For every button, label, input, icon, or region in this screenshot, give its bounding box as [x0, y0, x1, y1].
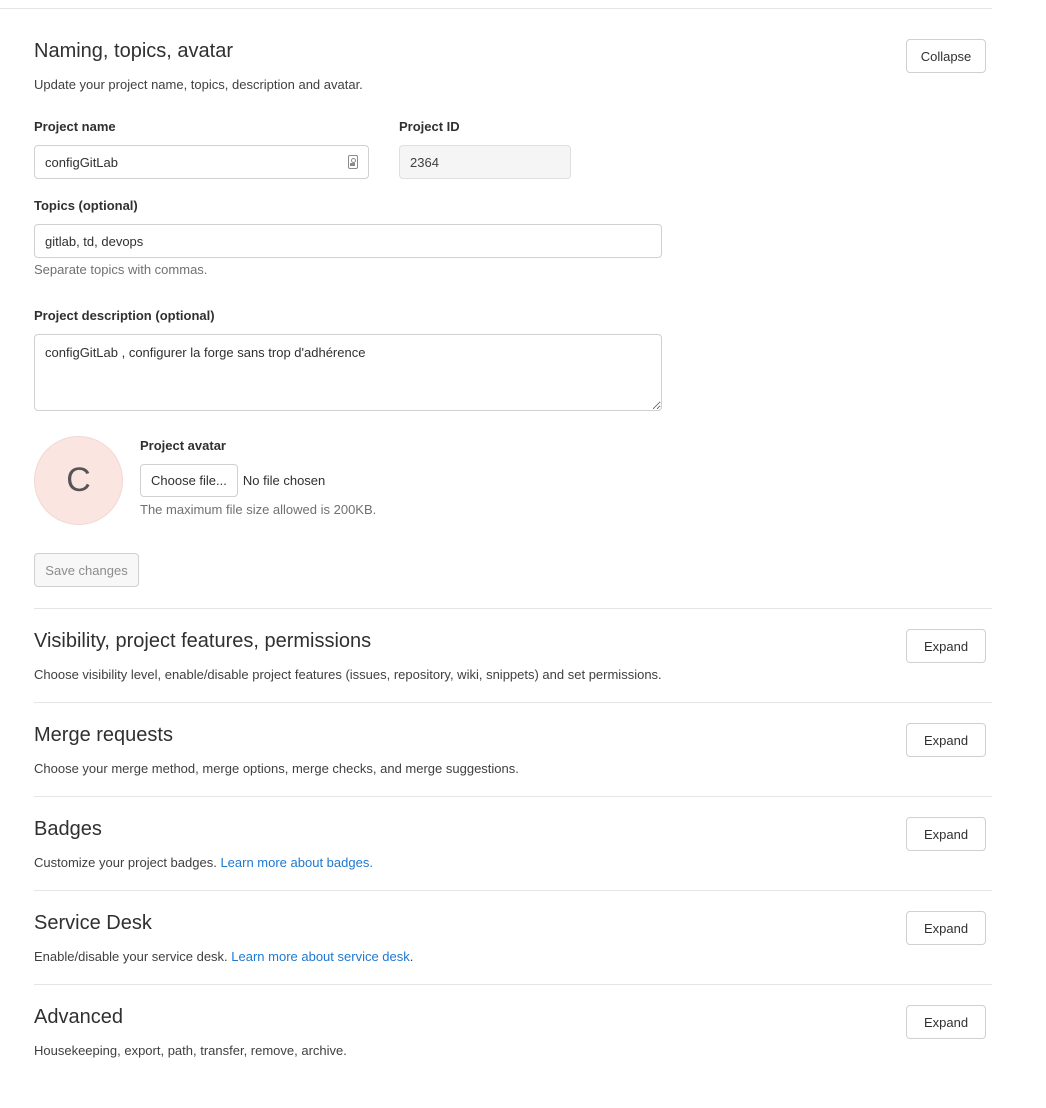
description-textarea[interactable]: configGitLab , configurer la forge sans … [34, 334, 662, 411]
project-id-label: Project ID [399, 119, 460, 134]
section-title-badges: Badges [34, 818, 102, 840]
section-divider [34, 702, 992, 703]
section-title-merge-requests: Merge requests [34, 724, 173, 746]
topics-input[interactable] [34, 224, 662, 258]
save-changes-button[interactable]: Save changes [34, 553, 139, 587]
section-divider [34, 984, 992, 985]
project-id-input[interactable] [399, 145, 571, 179]
expand-button-merge-requests[interactable]: Expand [906, 723, 986, 757]
expand-button-visibility[interactable]: Expand [906, 629, 986, 663]
service-desk-learn-more-link[interactable]: Learn more about service desk [231, 949, 409, 964]
expand-button-badges[interactable]: Expand [906, 817, 986, 851]
badges-learn-more-link[interactable]: Learn more about badges. [220, 855, 373, 870]
collapse-button[interactable]: Collapse [906, 39, 986, 73]
project-name-input[interactable] [34, 145, 369, 179]
avatar-label: Project avatar [140, 438, 226, 453]
section-divider [34, 890, 992, 891]
section-divider [34, 796, 992, 797]
naming-section-title: Naming, topics, avatar [34, 40, 233, 62]
file-status-text: No file chosen [242, 473, 326, 488]
expand-button-service-desk[interactable]: Expand [906, 911, 986, 945]
section-title-visibility: Visibility, project features, permission… [34, 630, 372, 652]
section-description-visibility: Choose visibility level, enable/disable … [34, 667, 662, 682]
expand-button-advanced[interactable]: Expand [906, 1005, 986, 1039]
topics-help-text: Separate topics with commas. [34, 262, 208, 277]
project-avatar: C [34, 436, 123, 525]
topics-label: Topics (optional) [34, 198, 138, 213]
section-description-merge-requests: Choose your merge method, merge options,… [34, 761, 519, 776]
section-description-badges: Customize your project badges. Learn mor… [34, 855, 373, 870]
naming-section-description: Update your project name, topics, descri… [34, 77, 363, 92]
section-divider [34, 608, 992, 609]
section-description-advanced: Housekeeping, export, path, transfer, re… [34, 1043, 347, 1058]
choose-file-button[interactable]: Choose file... [140, 464, 238, 497]
top-divider [0, 8, 992, 9]
description-label: Project description (optional) [34, 308, 215, 323]
file-input: Choose file... No file chosen [140, 464, 325, 497]
section-title-service-desk: Service Desk [34, 912, 152, 934]
avatar-size-help: The maximum file size allowed is 200KB. [140, 502, 377, 517]
project-name-label: Project name [34, 119, 116, 134]
section-title-advanced: Advanced [34, 1006, 123, 1028]
password-manager-icon[interactable] [348, 155, 358, 169]
section-description-service-desk: Enable/disable your service desk. Learn … [34, 949, 414, 964]
